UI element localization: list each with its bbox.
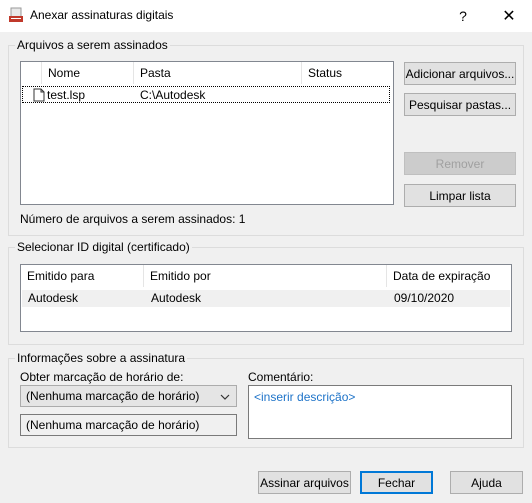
close-icon: ✕ [502,8,516,25]
sign-files-label: Assinar arquivos [260,475,349,490]
file-count-label: Número de arquivos a serem assinados: 1 [20,212,246,226]
files-col-icon[interactable] [21,62,42,84]
signature-info-legend: Informações sobre a assinatura [17,351,186,365]
files-group-legend: Arquivos a serem assinados [17,38,168,52]
cert-issued-to-cell: Autodesk [28,291,79,305]
add-files-label: Adicionar arquivos... [405,66,515,81]
remove-label: Remover [435,156,485,171]
timestamp-dropdown-value: (Nenhuma marcação de horário) [26,389,200,403]
comment-field[interactable]: <inserir descrição> [248,385,512,439]
cert-col-expiration[interactable]: Data de expiração [387,265,511,287]
files-col-name[interactable]: Nome [42,62,134,84]
table-row[interactable]: Autodesk Autodesk 09/10/2020 [22,290,510,307]
files-list[interactable]: Nome Pasta Status test.lsp C:\Autodesk [20,61,394,205]
search-folders-button[interactable]: Pesquisar pastas... [404,93,516,116]
help-button[interactable]: Ajuda [450,471,523,494]
comment-label: Comentário: [248,370,314,384]
digital-signature-app-icon [9,7,23,22]
close-label: Fechar [377,475,416,490]
timestamp-label: Obter marcação de horário de: [20,370,184,384]
add-files-button[interactable]: Adicionar arquivos... [404,62,516,85]
cert-col-issued-to[interactable]: Emitido para [21,265,144,287]
timestamp-display: (Nenhuma marcação de horário) [20,414,237,436]
file-name-cell: test.lsp [47,88,86,102]
window-title: Anexar assinaturas digitais [30,8,174,22]
sign-files-button[interactable]: Assinar arquivos [258,471,351,494]
cert-expiration-cell: 09/10/2020 [394,291,455,305]
close-button[interactable]: Fechar [360,471,433,494]
files-col-folder[interactable]: Pasta [134,62,302,84]
cert-issued-by-cell: Autodesk [151,291,202,305]
files-col-status[interactable]: Status [302,62,393,84]
close-title-button[interactable]: ✕ [486,0,532,32]
certificate-list[interactable]: Emitido para Emitido por Data de expiraç… [20,264,512,332]
search-folders-label: Pesquisar pastas... [408,97,512,112]
file-icon [33,88,45,102]
remove-button[interactable]: Remover [404,152,516,175]
cert-col-issued-by[interactable]: Emitido por [144,265,387,287]
help-title-button[interactable]: ? [440,0,486,32]
clear-list-label: Limpar lista [429,188,491,203]
table-row[interactable]: test.lsp C:\Autodesk [22,86,390,103]
file-folder-cell: C:\Autodesk [140,88,206,102]
timestamp-dropdown[interactable]: (Nenhuma marcação de horário) [20,385,237,407]
help-label: Ajuda [471,475,502,490]
clear-list-button[interactable]: Limpar lista [404,184,516,207]
chevron-down-icon [220,394,230,400]
certificate-group-legend: Selecionar ID digital (certificado) [17,240,190,254]
comment-placeholder: <inserir descrição> [254,390,356,404]
timestamp-display-value: (Nenhuma marcação de horário) [26,418,200,432]
